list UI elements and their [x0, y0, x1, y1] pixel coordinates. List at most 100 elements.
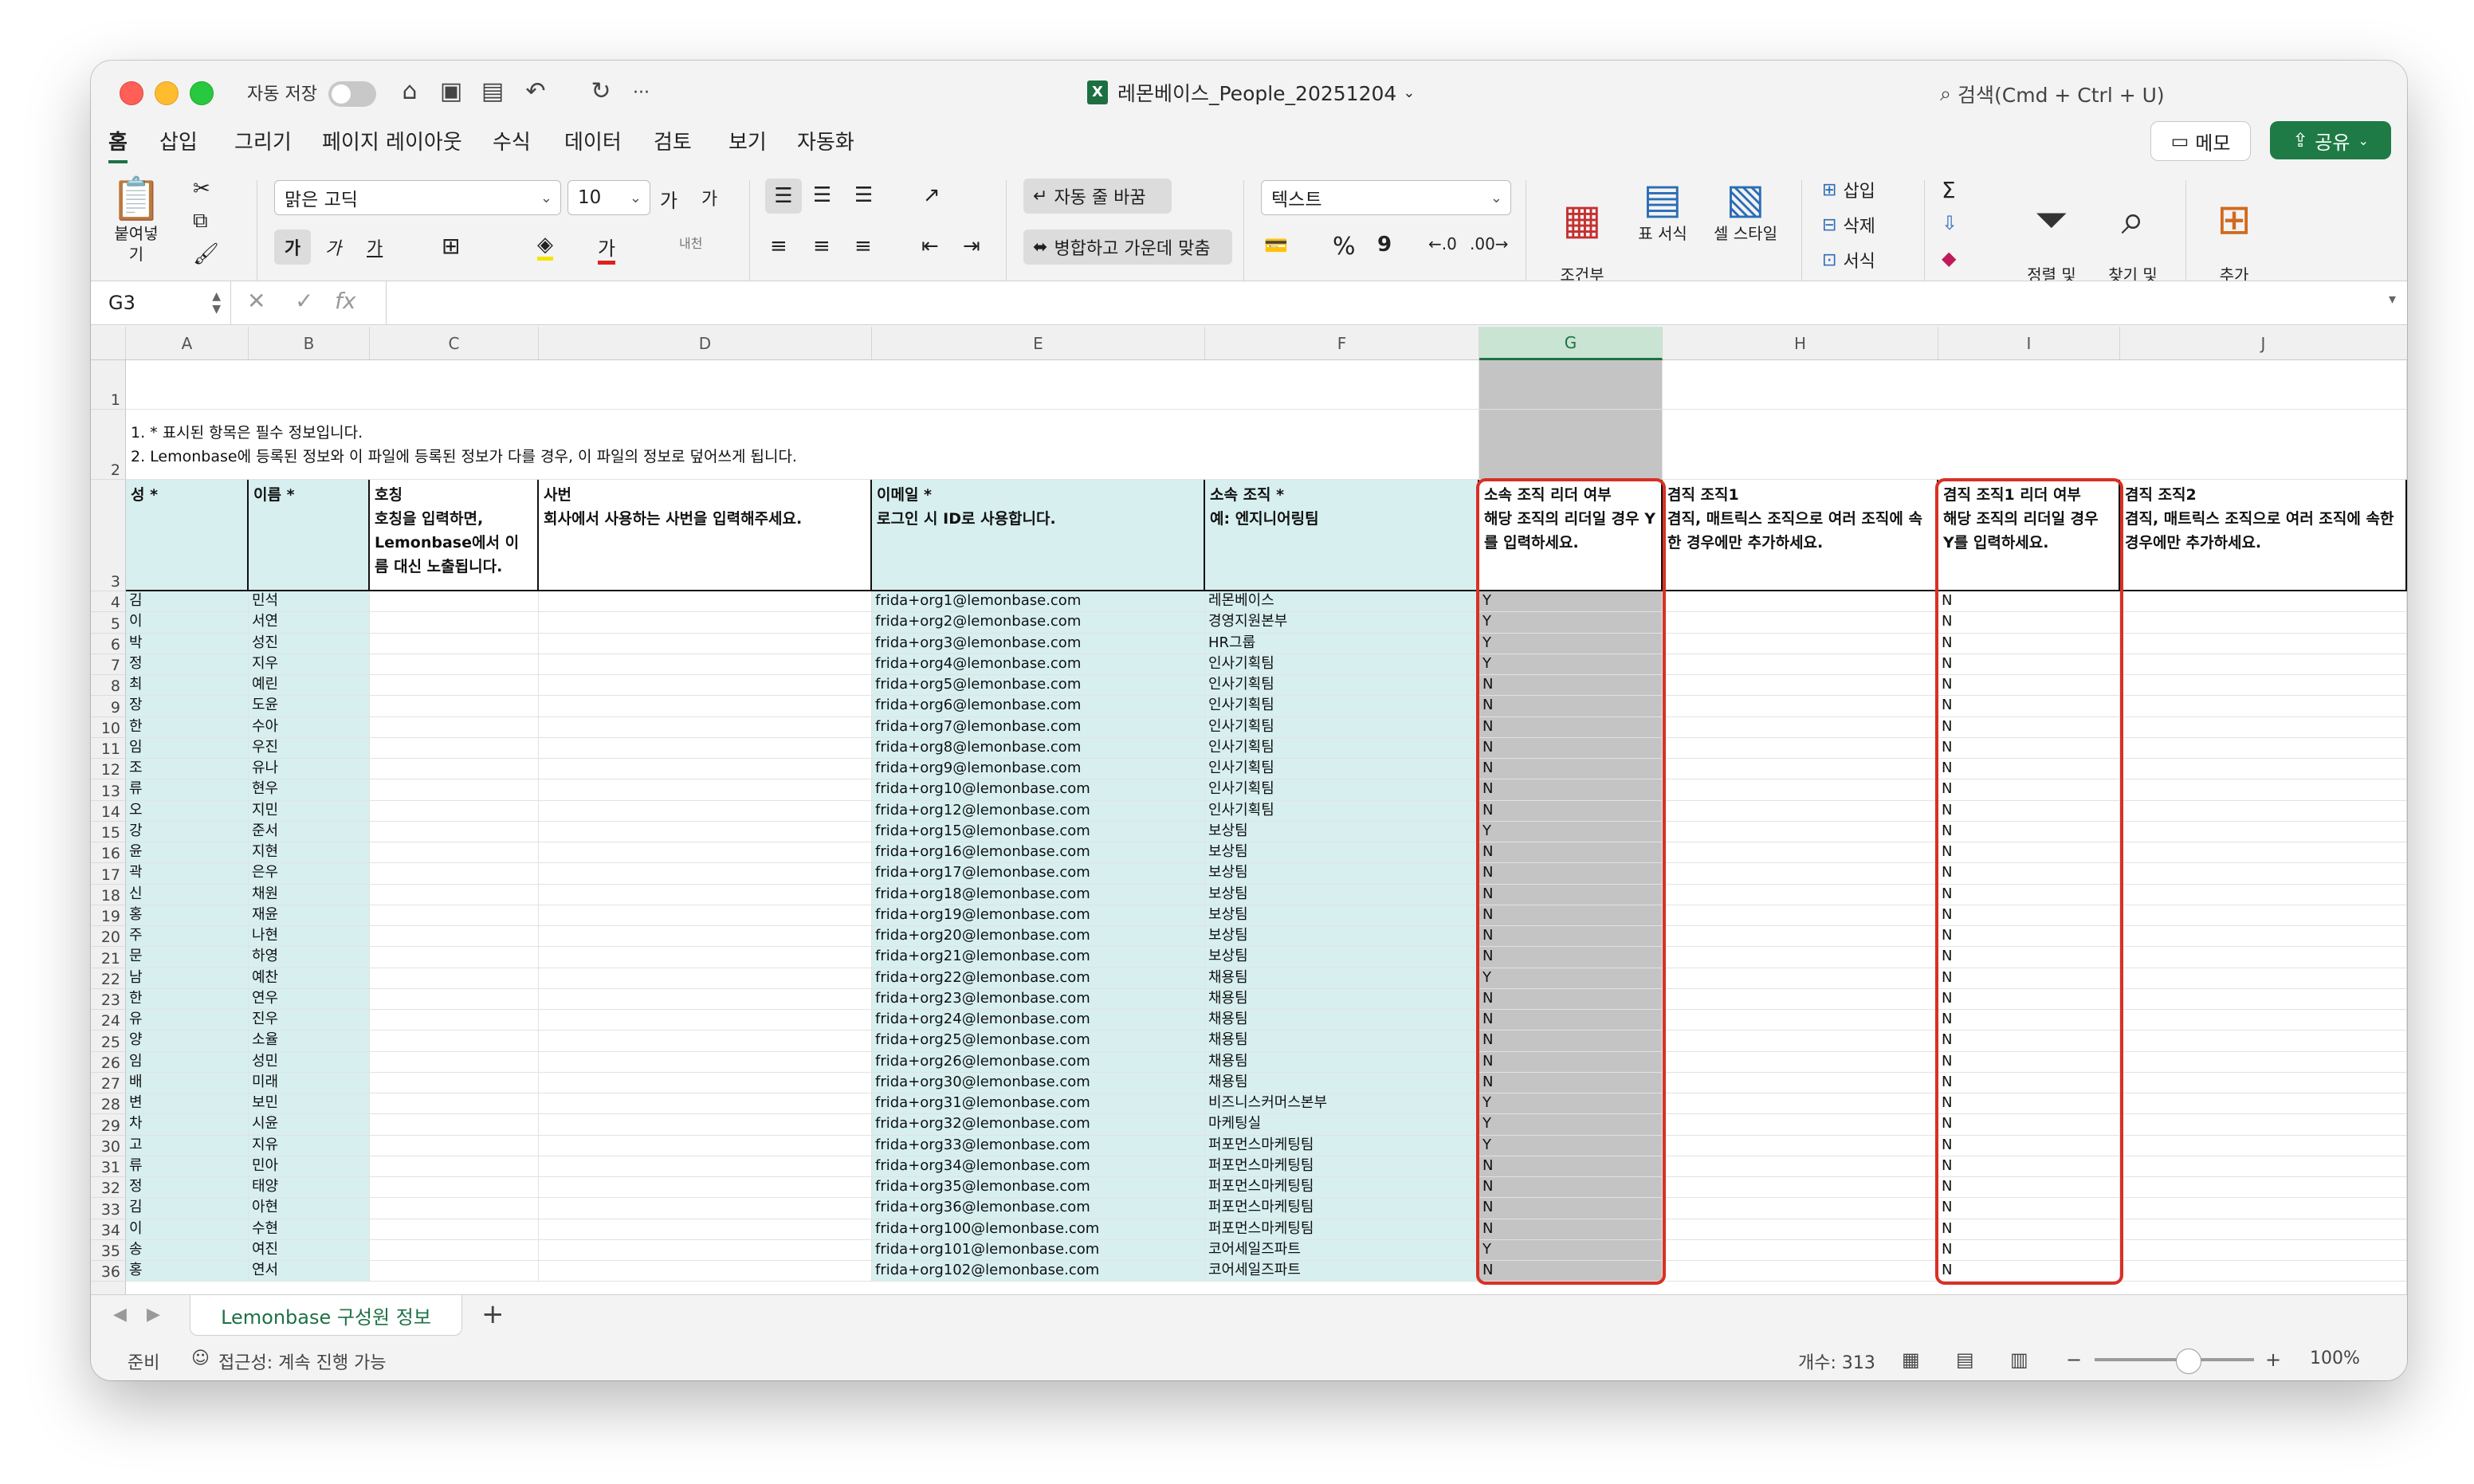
- row-header[interactable]: 21: [91, 947, 126, 968]
- table-cell-f[interactable]: 보상팀: [1205, 926, 1479, 948]
- row-header[interactable]: 1: [91, 360, 126, 410]
- table-cell-c[interactable]: [370, 1261, 539, 1282]
- table-cell-h[interactable]: [1663, 1093, 1938, 1115]
- table-cell-g[interactable]: N: [1479, 905, 1663, 926]
- table-cell-k[interactable]: N: [2404, 1198, 2407, 1219]
- table-cell-j[interactable]: [2120, 905, 2407, 926]
- row-header[interactable]: 7: [91, 654, 126, 675]
- table-cell-f[interactable]: 퍼포먼스마케팅팀: [1205, 1135, 1479, 1156]
- decrease-indent-icon[interactable]: ⇤: [921, 234, 939, 258]
- table-cell-j[interactable]: [2120, 968, 2407, 989]
- table-cell-b[interactable]: 미래: [249, 1072, 370, 1093]
- table-cell-j[interactable]: [2120, 1261, 2407, 1282]
- table-cell-d[interactable]: [539, 654, 872, 675]
- table-cell-d[interactable]: [539, 1156, 872, 1177]
- format-table-button[interactable]: ▤ 표 서식: [1623, 175, 1702, 244]
- table-cell-d[interactable]: [539, 716, 872, 738]
- row-header[interactable]: 10: [91, 716, 126, 738]
- decrease-decimal-icon[interactable]: .00→: [1470, 234, 1509, 253]
- table-cell-i[interactable]: N: [1938, 884, 2120, 905]
- table-cell-a[interactable]: 신: [126, 884, 249, 905]
- table-cell-h[interactable]: [1663, 842, 1938, 864]
- table-cell-j[interactable]: [2120, 821, 2407, 842]
- row-header[interactable]: 24: [91, 1010, 126, 1031]
- table-cell-h[interactable]: [1663, 800, 1938, 822]
- header-cell-f[interactable]: 소속 조직 * 예: 엔지니어링팀: [1205, 480, 1479, 591]
- table-cell-b[interactable]: 성진: [249, 633, 370, 654]
- sheet-tab-active[interactable]: Lemonbase 구성원 정보: [190, 1295, 462, 1336]
- table-cell-f[interactable]: 인사기획팀: [1205, 800, 1479, 822]
- grow-font-button[interactable]: 가: [660, 185, 677, 213]
- table-cell-a[interactable]: 홍: [126, 905, 249, 926]
- cell-styles-button[interactable]: ▧ 셀 스타일: [1701, 175, 1790, 244]
- table-cell-f[interactable]: 퍼포먼스마케팅팀: [1205, 1219, 1479, 1240]
- table-cell-g[interactable]: N: [1479, 1051, 1663, 1073]
- table-cell-a[interactable]: 오: [126, 800, 249, 822]
- table-cell-g[interactable]: N: [1479, 1072, 1663, 1093]
- table-cell-g[interactable]: Y: [1479, 612, 1663, 634]
- row-header[interactable]: 31: [91, 1156, 126, 1177]
- table-cell-c[interactable]: [370, 842, 539, 864]
- table-cell-i[interactable]: N: [1938, 675, 2120, 697]
- table-cell-d[interactable]: [539, 842, 872, 864]
- wrap-text-button[interactable]: ↵ 자동 줄 바꿈: [1023, 179, 1172, 214]
- tab-automate[interactable]: 자동화: [797, 126, 854, 155]
- table-cell-c[interactable]: [370, 1239, 539, 1261]
- table-cell-i[interactable]: N: [1938, 1219, 2120, 1240]
- table-cell-h[interactable]: [1663, 759, 1938, 780]
- page-break-view-icon[interactable]: ▥: [2010, 1349, 2028, 1371]
- table-cell-e[interactable]: frida+org24@lemonbase.com: [872, 1010, 1205, 1031]
- number-format-select[interactable]: 텍스트 ⌄: [1261, 180, 1511, 215]
- table-cell-b[interactable]: 지유: [249, 1135, 370, 1156]
- table-cell-e[interactable]: frida+org12@lemonbase.com: [872, 800, 1205, 822]
- table-cell-f[interactable]: 보상팀: [1205, 863, 1479, 885]
- table-cell-b[interactable]: 연서: [249, 1261, 370, 1282]
- font-color-button[interactable]: 가: [598, 233, 616, 265]
- table-cell-e[interactable]: frida+org23@lemonbase.com: [872, 988, 1205, 1010]
- table-cell-b[interactable]: 민석: [249, 591, 370, 613]
- table-cell-b[interactable]: 재윤: [249, 905, 370, 926]
- table-cell-a[interactable]: 차: [126, 1114, 249, 1136]
- table-cell-i[interactable]: N: [1938, 842, 2120, 864]
- tab-page-layout[interactable]: 페이지 레이아웃: [322, 126, 462, 155]
- table-cell-d[interactable]: [539, 675, 872, 697]
- table-cell-k[interactable]: N: [2404, 863, 2407, 885]
- table-cell-b[interactable]: 민아: [249, 1156, 370, 1177]
- table-cell-a[interactable]: 남: [126, 968, 249, 989]
- formula-input[interactable]: [386, 281, 2363, 324]
- table-cell-e[interactable]: frida+org10@lemonbase.com: [872, 779, 1205, 801]
- table-cell-c[interactable]: [370, 926, 539, 948]
- table-cell-c[interactable]: [370, 737, 539, 759]
- row-header[interactable]: 11: [91, 737, 126, 759]
- table-cell-a[interactable]: 배: [126, 1072, 249, 1093]
- table-cell-c[interactable]: [370, 654, 539, 675]
- table-cell-k[interactable]: N: [2404, 696, 2407, 717]
- column-header-g[interactable]: G: [1479, 327, 1663, 360]
- table-cell-j[interactable]: [2120, 779, 2407, 801]
- table-cell-k[interactable]: N: [2404, 1114, 2407, 1136]
- table-cell-i[interactable]: N: [1938, 1135, 2120, 1156]
- minimize-window-button[interactable]: [155, 81, 179, 105]
- table-cell-b[interactable]: 나현: [249, 926, 370, 948]
- table-cell-j[interactable]: [2120, 1239, 2407, 1261]
- table-cell-f[interactable]: 보상팀: [1205, 905, 1479, 926]
- table-cell-k[interactable]: N: [2404, 1219, 2407, 1240]
- table-cell-i[interactable]: N: [1938, 1051, 2120, 1073]
- table-cell-h[interactable]: [1663, 1010, 1938, 1031]
- header-cell-d[interactable]: 사번 회사에서 사용하는 사번을 입력해주세요.: [539, 480, 872, 591]
- table-cell-g[interactable]: Y: [1479, 654, 1663, 675]
- table-cell-g[interactable]: N: [1479, 842, 1663, 864]
- table-cell-a[interactable]: 윤: [126, 842, 249, 864]
- table-cell-i[interactable]: N: [1938, 926, 2120, 948]
- tab-formulas[interactable]: 수식: [493, 126, 531, 155]
- table-cell-j[interactable]: [2120, 1135, 2407, 1156]
- table-cell-a[interactable]: 장: [126, 696, 249, 717]
- add-sheet-button[interactable]: +: [481, 1298, 505, 1330]
- table-cell-b[interactable]: 유나: [249, 759, 370, 780]
- name-box[interactable]: G3 ▲ ▼: [91, 281, 231, 324]
- row-header[interactable]: 32: [91, 1177, 126, 1199]
- save-icon[interactable]: ▣: [435, 75, 467, 107]
- table-cell-g[interactable]: N: [1479, 926, 1663, 948]
- table-cell-i[interactable]: N: [1938, 759, 2120, 780]
- table-cell-c[interactable]: [370, 1219, 539, 1240]
